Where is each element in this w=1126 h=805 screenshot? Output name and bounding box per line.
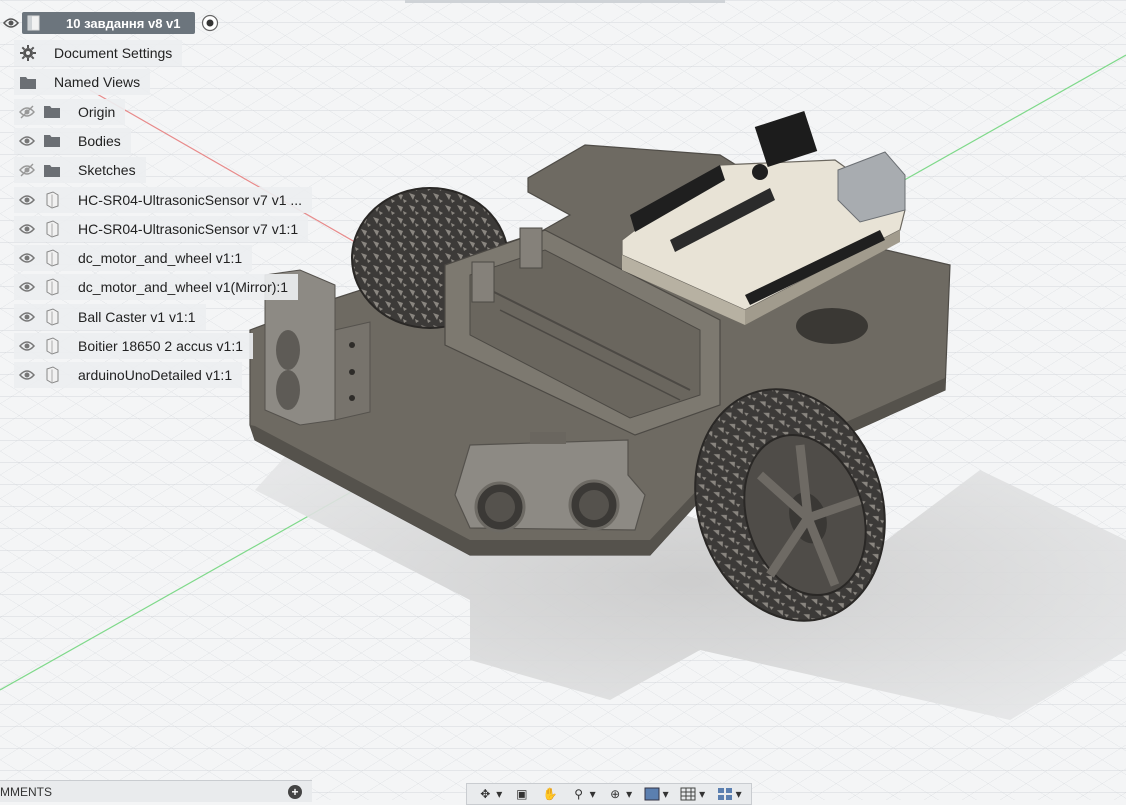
browser-item[interactable]: dc_motor_and_wheel v1(Mirror):1: [14, 274, 299, 301]
component-icon: [40, 362, 64, 388]
browser-item-label: Boitier 18650 2 accus v1:1: [78, 338, 243, 354]
component-icon: [40, 333, 64, 359]
eye-icon[interactable]: [14, 187, 40, 213]
eye-icon[interactable]: [14, 128, 40, 154]
folder-icon: [40, 157, 64, 183]
component-icon: [40, 187, 64, 213]
component-icon: [40, 245, 64, 271]
eye-icon[interactable]: [0, 12, 22, 34]
browser-item-label: Ball Caster v1 v1:1: [78, 308, 196, 325]
caster-hole: [796, 308, 868, 344]
browser-item-label: Document Settings: [54, 45, 173, 61]
component-icon: [40, 216, 64, 242]
browser-item[interactable]: Sketches: [14, 157, 146, 184]
eye-hidden-icon[interactable]: [14, 99, 40, 125]
eye-icon[interactable]: [14, 362, 40, 388]
navigation-toolbar: ✥ ▾ ▣ ✋ ⚲ ▾ ⊕ ▾ ▾ ▾ ▾: [466, 783, 752, 805]
eye-icon[interactable]: [14, 333, 40, 359]
chevron-down-icon: ▾: [735, 787, 742, 801]
browser-item[interactable]: Origin: [14, 98, 126, 125]
root-document-label: 10 завдання v8 v1: [66, 15, 181, 31]
add-comment-icon[interactable]: +: [288, 784, 302, 799]
folder-icon: [40, 128, 64, 154]
browser-item[interactable]: Boitier 18650 2 accus v1:1: [14, 333, 253, 359]
browser-item-label: Sketches: [78, 162, 136, 179]
browser-item-label: Named Views: [54, 74, 141, 91]
eye-hidden-icon[interactable]: [14, 157, 40, 183]
folder-icon: [16, 69, 40, 95]
browser-item[interactable]: Bodies: [14, 127, 131, 154]
document-icon: [27, 15, 40, 31]
canvas-viewport[interactable]: [0, 0, 1126, 800]
comments-label: MMENTS: [0, 784, 52, 799]
comments-panel[interactable]: MMENTS +: [0, 780, 312, 802]
browser-item[interactable]: HC-SR04-UltrasonicSensor v7 v1 ...: [14, 186, 313, 213]
browser-item[interactable]: dc_motor_and_wheel v1:1: [14, 245, 253, 272]
eye-icon[interactable]: [14, 304, 40, 330]
eye-icon[interactable]: [14, 245, 40, 271]
active-radio-icon[interactable]: [201, 14, 219, 32]
browser-item-label: Bodies: [78, 132, 121, 149]
gear-icon: [16, 40, 40, 66]
browser-item-label: dc_motor_and_wheel v1:1: [78, 250, 243, 267]
browser-item[interactable]: Ball Caster v1 v1:1: [14, 303, 206, 330]
browser-item[interactable]: arduinoUnoDetailed v1:1: [14, 362, 243, 389]
folder-icon: [40, 99, 64, 125]
eye-icon[interactable]: [14, 216, 40, 242]
chevron-down-icon: ▾: [662, 787, 669, 801]
chevron-down-icon: ▾: [699, 787, 706, 801]
browser-item-label: HC-SR04-UltrasonicSensor v7 v1 ...: [78, 191, 303, 208]
front-ultrasonic-sensor: [454, 432, 646, 533]
browser-item[interactable]: Named Views: [14, 69, 151, 96]
browser-item-label: arduinoUnoDetailed v1:1: [78, 367, 233, 384]
chevron-down-icon: ▾: [626, 787, 633, 801]
model-view[interactable]: [0, 0, 1126, 800]
browser-item-label: HC-SR04-UltrasonicSensor v7 v1:1: [78, 220, 299, 237]
component-icon: [40, 304, 64, 330]
browser-item-label: Origin: [78, 103, 116, 120]
browser-item-label: dc_motor_and_wheel v1(Mirror):1: [78, 279, 289, 296]
eye-icon[interactable]: [14, 274, 40, 300]
component-icon: [40, 274, 64, 300]
chevron-down-icon: ▾: [496, 787, 503, 801]
browser-item[interactable]: HC-SR04-UltrasonicSensor v7 v1:1: [14, 215, 309, 242]
chevron-down-icon: ▾: [589, 787, 596, 801]
browser-item[interactable]: Document Settings: [14, 40, 183, 66]
top-toolbar-edge: [405, 0, 725, 3]
root-document-chip[interactable]: 10 завдання v8 v1: [22, 12, 195, 34]
browser-root-row[interactable]: 10 завдання v8 v1: [0, 10, 219, 36]
